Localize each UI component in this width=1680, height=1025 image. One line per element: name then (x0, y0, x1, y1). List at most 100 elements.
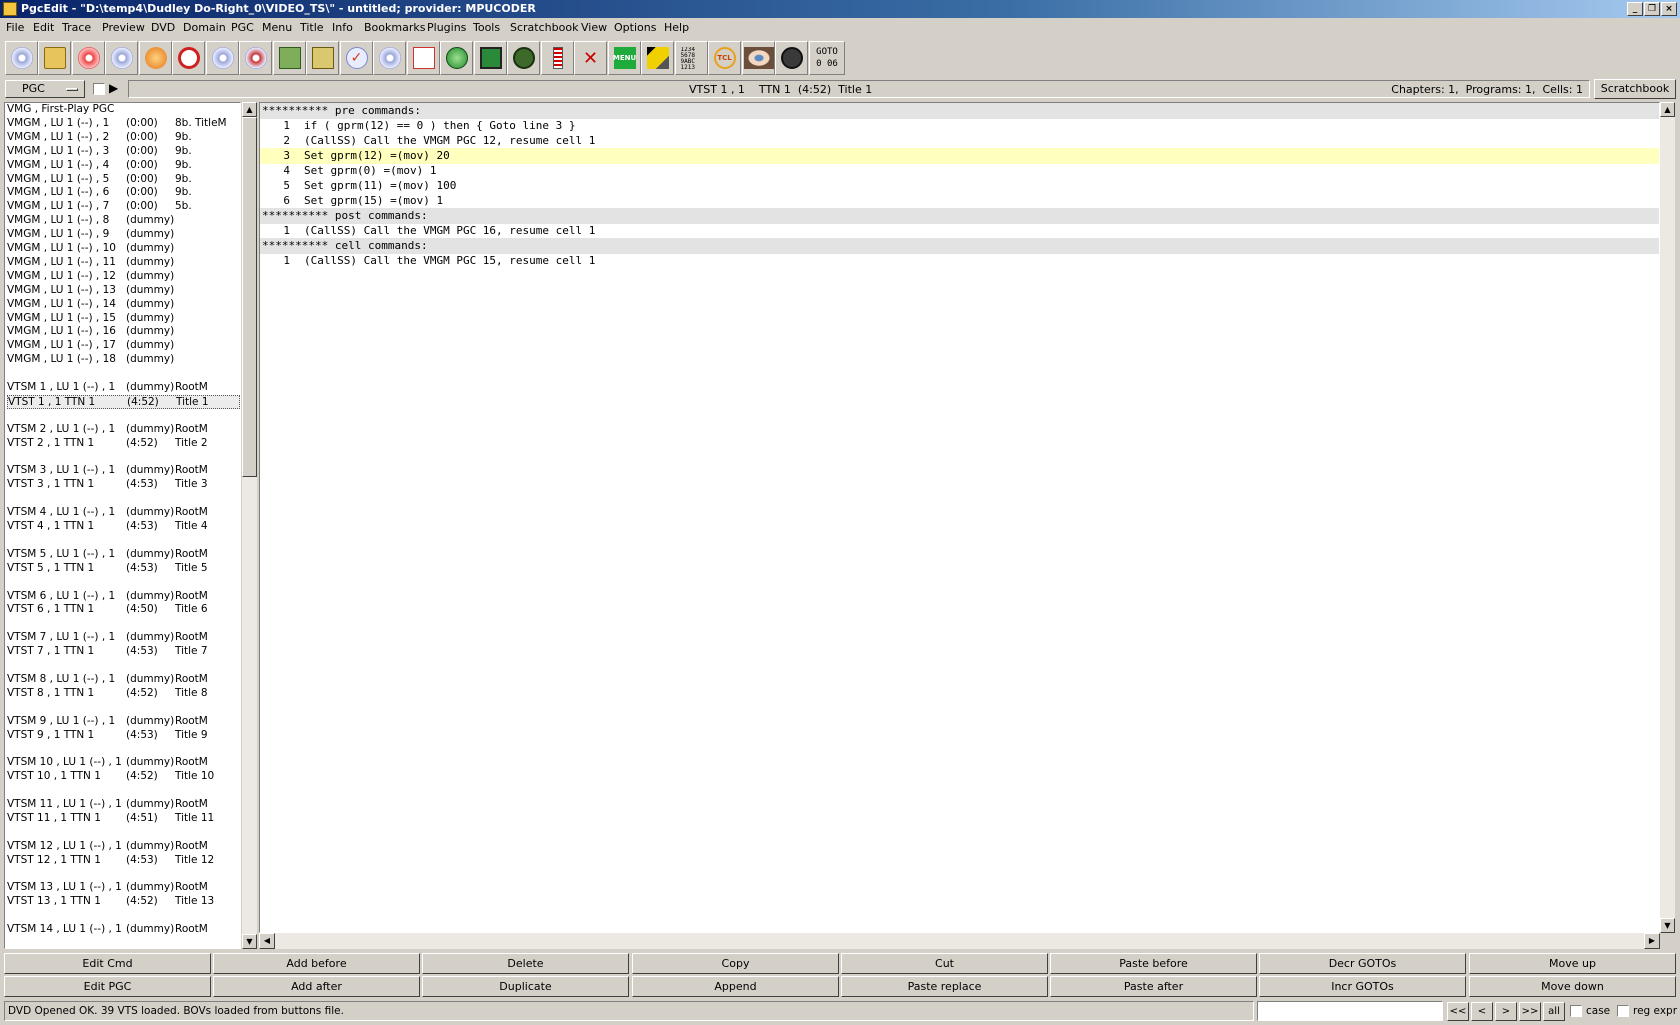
save-button[interactable] (273, 41, 306, 75)
pgc-list-item[interactable] (7, 451, 240, 464)
multi-disc-button[interactable] (206, 41, 239, 75)
menu-scratchbook[interactable]: Scratchbook (510, 20, 578, 35)
close-button[interactable]: × (1661, 2, 1677, 16)
eye-button[interactable] (742, 41, 775, 75)
menu-preview[interactable]: Preview (102, 20, 145, 35)
menu-trace[interactable]: Trace (62, 20, 91, 35)
copy-page-button[interactable] (407, 41, 440, 75)
cut-button[interactable]: Cut (841, 953, 1048, 974)
pgc-list-item[interactable]: VTST 13 , 1 TTN 1 (4:52) Title 13 (7, 895, 240, 908)
paste-after-button[interactable]: Paste after (1050, 976, 1257, 997)
pgc-list-item[interactable]: VTST 2 , 1 TTN 1 (4:52) Title 2 (7, 437, 240, 450)
domain-select[interactable]: PGC (5, 80, 85, 98)
add-before-button[interactable]: Add before (213, 953, 420, 974)
pgc-list-item[interactable]: VMGM , LU 1 (--) , 12 (dummy) (7, 270, 240, 283)
menu-dvd[interactable]: DVD (151, 20, 175, 35)
play-arrow-icon[interactable]: ▶ (109, 81, 118, 95)
bars-button[interactable] (541, 41, 574, 75)
menu-edit[interactable]: Edit (33, 20, 54, 35)
command-line[interactable]: 3 Set gprm(12) =(mov) 20 (260, 148, 1659, 164)
copy-button[interactable]: Copy (632, 953, 839, 974)
pgc-list-item[interactable]: VMGM , LU 1 (--) , 4 (0:00) 9b. (7, 159, 240, 172)
pgc-list-item[interactable] (7, 409, 240, 422)
pgc-list-scrollbar[interactable]: ▲ ▼ (242, 102, 257, 949)
pgc-list-item[interactable] (7, 868, 240, 881)
menu-menu[interactable]: Menu (262, 20, 292, 35)
numbers-button[interactable]: 1234 5678 9ABC 1213 (675, 41, 708, 75)
pgc-list-item[interactable] (7, 826, 240, 839)
scroll-down-icon[interactable]: ▼ (242, 934, 257, 949)
pgc-list-item[interactable]: VTST 9 , 1 TTN 1 (4:53) Title 9 (7, 729, 240, 742)
menu-info[interactable]: Info (332, 20, 353, 35)
globe-button[interactable] (440, 41, 473, 75)
pgc-list-item[interactable]: VTSM 4 , LU 1 (--) , 1 (dummy) RootM (7, 506, 240, 519)
minimize-button[interactable]: _ (1627, 2, 1643, 16)
burn-button[interactable] (139, 41, 172, 75)
pgc-list-item[interactable]: VTSM 5 , LU 1 (--) , 1 (dummy) RootM (7, 548, 240, 561)
menu-domain[interactable]: Domain (183, 20, 226, 35)
pgc-list-item[interactable]: VMGM , LU 1 (--) , 1 (0:00) 8b. TitleM (7, 117, 240, 130)
pgc-list-item[interactable]: VMGM , LU 1 (--) , 8 (dummy) (7, 214, 240, 227)
move-down-button[interactable]: Move down (1469, 976, 1676, 997)
new-dvd-button[interactable] (105, 41, 138, 75)
pgc-list-item[interactable]: VMGM , LU 1 (--) , 17 (dummy) (7, 339, 240, 352)
menu-file[interactable]: File (6, 20, 24, 35)
pgc-list-item[interactable]: VTST 10 , 1 TTN 1 (4:52) Title 10 (7, 770, 240, 783)
menu-title[interactable]: Title (300, 20, 324, 35)
command-line[interactable]: 4 Set gprm(0) =(mov) 1 (260, 163, 1659, 179)
pgc-list-item[interactable] (7, 701, 240, 714)
command-line[interactable]: 1 if ( gprm(12) == 0 ) then { Goto line 3… (260, 118, 1659, 134)
menu-view[interactable]: View (581, 20, 607, 35)
pgc-list-item[interactable]: VMGM , LU 1 (--) , 6 (0:00) 9b. (7, 186, 240, 199)
section-header[interactable]: ********** post commands: (260, 208, 1659, 224)
preview-button[interactable] (474, 41, 507, 75)
last-match-button[interactable]: >> (1519, 1002, 1541, 1021)
pgc-list-item[interactable]: VTSM 10 , LU 1 (--) , 1 (dummy) RootM (7, 756, 240, 769)
menu-pgc[interactable]: PGC (231, 20, 254, 35)
trace-button[interactable] (239, 41, 272, 75)
remove-cell-button[interactable]: ✕ (574, 41, 607, 75)
scratchbook-button[interactable]: Scratchbook (1594, 79, 1676, 99)
tcl-button[interactable]: TCL (708, 41, 741, 75)
pgc-list-item[interactable]: VMGM , LU 1 (--) , 3 (0:00) 9b. (7, 145, 240, 158)
pgc-list-item[interactable]: VMGM , LU 1 (--) , 14 (dummy) (7, 298, 240, 311)
pgc-list-item[interactable]: VMGM , LU 1 (--) , 2 (0:00) 9b. (7, 131, 240, 144)
case-checkbox[interactable] (1570, 1005, 1582, 1017)
scroll-up-icon[interactable]: ▲ (242, 102, 257, 117)
open-folder-button[interactable] (38, 41, 71, 75)
command-list[interactable]: ********** pre commands: 1 if ( gprm(12) =… (259, 102, 1660, 933)
pgc-checkbox[interactable] (93, 83, 105, 95)
pgc-list-item[interactable]: VTSM 2 , LU 1 (--) , 1 (dummy) RootM (7, 423, 240, 436)
pgc-list-item[interactable]: VTST 5 , 1 TTN 1 (4:53) Title 5 (7, 562, 240, 575)
pgc-list-item[interactable]: VTST 7 , 1 TTN 1 (4:53) Title 7 (7, 645, 240, 658)
scroll-right-icon[interactable]: ▶ (1644, 933, 1660, 949)
scroll-up-icon[interactable]: ▲ (1660, 102, 1675, 117)
pgc-list-item[interactable]: VMGM , LU 1 (--) , 7 (0:00) 5b. (7, 200, 240, 213)
pgc-list-item[interactable]: VTST 6 , 1 TTN 1 (4:50) Title 6 (7, 603, 240, 616)
prev-match-button[interactable]: < (1471, 1002, 1493, 1021)
pgc-list-item[interactable] (7, 367, 240, 380)
pgc-list-item[interactable]: VTST 3 , 1 TTN 1 (4:53) Title 3 (7, 478, 240, 491)
section-header[interactable]: ********** pre commands: (260, 103, 1659, 119)
goto-button[interactable]: GOTO 0 06 (809, 41, 845, 75)
pgc-list-item[interactable]: VMGM , LU 1 (--) , 11 (dummy) (7, 256, 240, 269)
film-reel-button[interactable] (507, 41, 540, 75)
jump-button[interactable] (775, 41, 808, 75)
menu-tools[interactable]: Tools (473, 20, 500, 35)
duplicate-button[interactable]: Duplicate (422, 976, 629, 997)
pgc-list-item[interactable]: VTST 4 , 1 TTN 1 (4:53) Title 4 (7, 520, 240, 533)
pgc-list-item[interactable]: VTSM 8 , LU 1 (--) , 1 (dummy) RootM (7, 673, 240, 686)
first-match-button[interactable]: << (1447, 1002, 1469, 1021)
command-line[interactable]: 2 (CallSS) Call the VMGM PGC 12, resume c… (260, 133, 1659, 149)
edit-pgc-button[interactable]: Edit PGC (4, 976, 211, 997)
code-hscrollbar[interactable]: ◀ ▶ (259, 933, 1660, 949)
open-dvd-button[interactable] (5, 41, 38, 75)
check-button[interactable]: ✓ (340, 41, 373, 75)
paste-before-button[interactable]: Paste before (1050, 953, 1257, 974)
pgc-list-item[interactable]: VMGM , LU 1 (--) , 9 (dummy) (7, 228, 240, 241)
pgc-list-item[interactable]: VTSM 7 , LU 1 (--) , 1 (dummy) RootM (7, 631, 240, 644)
code-vscrollbar[interactable]: ▲ ▼ (1660, 102, 1675, 933)
menu-editor-button[interactable]: MENU (608, 41, 641, 75)
scroll-left-icon[interactable]: ◀ (259, 933, 275, 949)
pgc-list-item[interactable] (7, 492, 240, 505)
